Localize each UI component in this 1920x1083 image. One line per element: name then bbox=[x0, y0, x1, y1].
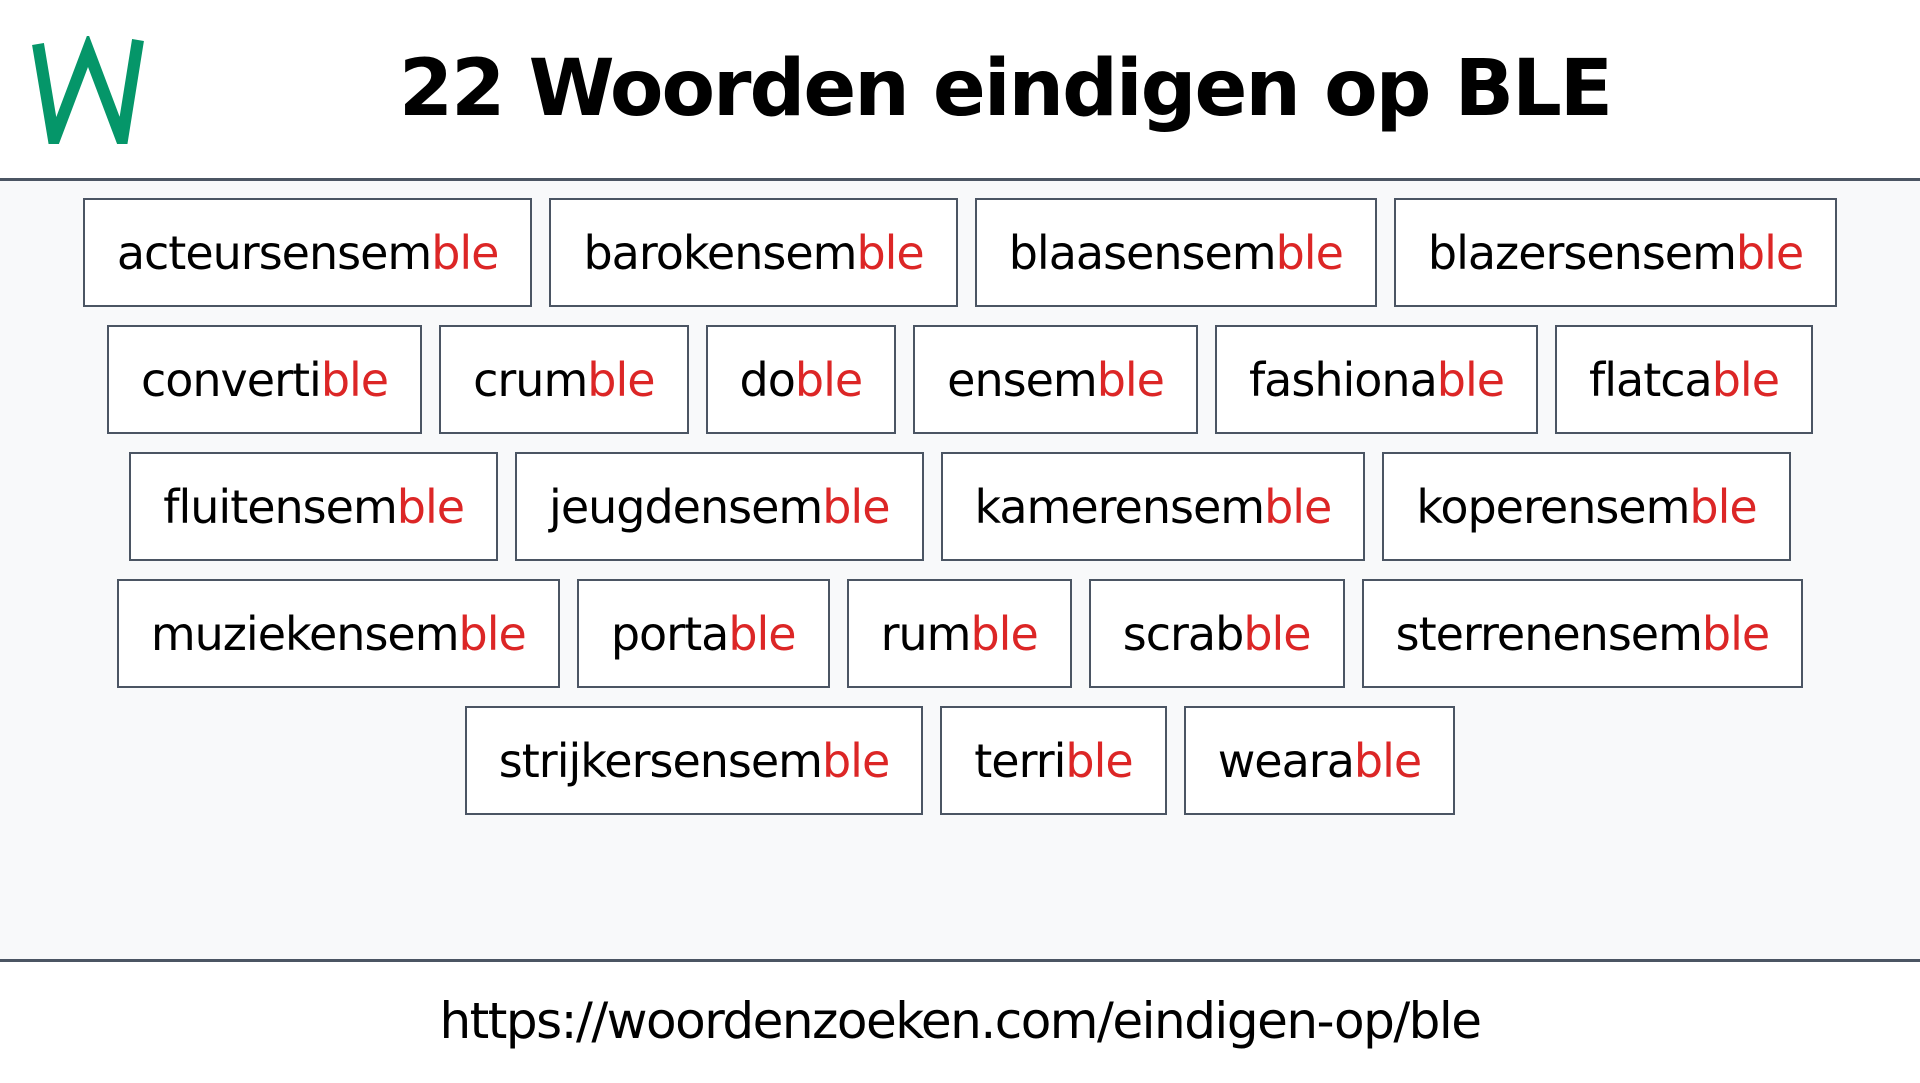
word-tile[interactable]: kamerensem ble bbox=[940, 452, 1366, 561]
word-prefix: scrab bbox=[1122, 606, 1245, 661]
word-suffix: ble bbox=[431, 225, 499, 280]
footer-url[interactable]: https://woordenzoeken.com/eindigen-op/bl… bbox=[0, 962, 1920, 1080]
word-prefix: fluitensem bbox=[163, 479, 397, 534]
word-prefix: ensem bbox=[947, 352, 1098, 407]
word-suffix: ble bbox=[396, 479, 465, 534]
word-suffix: ble bbox=[1701, 606, 1770, 661]
word-tile[interactable]: blazersensem ble bbox=[1393, 198, 1838, 307]
word-prefix: acteursensem bbox=[116, 225, 432, 280]
word-tile[interactable]: sterrenensem ble bbox=[1361, 579, 1804, 688]
word-prefix: terri bbox=[974, 733, 1066, 788]
word-tile[interactable]: converti ble bbox=[106, 325, 423, 434]
word-tile[interactable]: ensem ble bbox=[913, 325, 1198, 434]
word-suffix: ble bbox=[1711, 352, 1780, 407]
word-suffix: ble bbox=[1436, 352, 1505, 407]
word-row: strijkersensem ble terri ble weara ble bbox=[464, 706, 1456, 815]
word-suffix: ble bbox=[587, 352, 655, 407]
word-suffix: ble bbox=[1735, 225, 1804, 280]
word-tile[interactable]: scrab ble bbox=[1088, 579, 1345, 688]
word-suffix: ble bbox=[1264, 479, 1332, 534]
word-suffix: ble bbox=[821, 733, 890, 788]
word-prefix: flatca bbox=[1589, 352, 1713, 407]
word-tile[interactable]: acteursensem ble bbox=[82, 198, 533, 307]
word-prefix: fashiona bbox=[1248, 352, 1438, 407]
word-tile[interactable]: barokensem ble bbox=[549, 198, 958, 307]
word-suffix: ble bbox=[1243, 606, 1311, 661]
footer: https://woordenzoeken.com/eindigen-op/bl… bbox=[0, 959, 1920, 1083]
word-row: converti ble crum ble do ble ensem ble fashiona b… bbox=[106, 325, 1814, 434]
word-prefix: strijkersensem bbox=[498, 733, 823, 788]
word-tile[interactable]: weara ble bbox=[1183, 706, 1456, 815]
word-suffix: ble bbox=[1096, 352, 1165, 407]
word-rows: acteursensem ble barokensem ble blaasensem bl… bbox=[0, 198, 1920, 815]
word-suffix: ble bbox=[1353, 733, 1422, 788]
word-tile[interactable]: fashiona ble bbox=[1214, 325, 1539, 434]
word-prefix: do bbox=[739, 352, 796, 407]
word-prefix: koperensem bbox=[1416, 479, 1690, 534]
word-prefix: muziekensem bbox=[150, 606, 460, 661]
word-prefix: rum bbox=[880, 606, 972, 661]
word-tile[interactable]: koperensem ble bbox=[1382, 452, 1791, 561]
word-prefix: barokensem bbox=[583, 225, 857, 280]
word-tile[interactable]: rum ble bbox=[846, 579, 1072, 688]
word-tile[interactable]: flatca ble bbox=[1555, 325, 1814, 434]
word-suffix: ble bbox=[1275, 225, 1344, 280]
word-prefix: jeugdensem bbox=[549, 479, 823, 534]
header: 22 Woorden eindigen op BLE bbox=[0, 0, 1920, 181]
word-tile[interactable]: strijkersensem ble bbox=[464, 706, 924, 815]
word-tile[interactable]: muziekensem ble bbox=[116, 579, 560, 688]
word-suffix: ble bbox=[822, 479, 890, 534]
word-prefix: blazersensem bbox=[1427, 225, 1737, 280]
word-suffix: ble bbox=[794, 352, 863, 407]
word-prefix: kamerensem bbox=[974, 479, 1266, 534]
word-prefix: blaasensem bbox=[1008, 225, 1277, 280]
word-tile[interactable]: terri ble bbox=[940, 706, 1167, 815]
word-suffix: ble bbox=[856, 225, 924, 280]
word-prefix: crum bbox=[473, 352, 588, 407]
word-tile[interactable]: blaasensem ble bbox=[974, 198, 1377, 307]
word-row: acteursensem ble barokensem ble blaasensem bl… bbox=[82, 198, 1838, 307]
word-prefix: converti bbox=[140, 352, 322, 407]
word-row: fluitensem ble jeugdensem ble kamerensem ble k… bbox=[129, 452, 1791, 561]
page-title: 22 Woorden eindigen op BLE bbox=[398, 44, 1613, 134]
word-suffix: ble bbox=[1689, 479, 1757, 534]
word-suffix: ble bbox=[458, 606, 527, 661]
word-prefix: porta bbox=[610, 606, 729, 661]
word-suffix: ble bbox=[320, 352, 389, 407]
word-tile[interactable]: fluitensem ble bbox=[129, 452, 499, 561]
word-suffix: ble bbox=[1065, 733, 1133, 788]
word-list-area: acteursensem ble barokensem ble blaasensem bl… bbox=[0, 181, 1920, 959]
word-tile[interactable]: crum ble bbox=[439, 325, 689, 434]
word-tile[interactable]: porta ble bbox=[576, 579, 830, 688]
word-row: muziekensem ble porta ble rum ble scrab ble ster… bbox=[116, 579, 1804, 688]
word-prefix: sterrenensem bbox=[1395, 606, 1703, 661]
word-tile[interactable]: do ble bbox=[705, 325, 897, 434]
word-suffix: ble bbox=[728, 606, 796, 661]
word-suffix: ble bbox=[970, 606, 1038, 661]
word-tile[interactable]: jeugdensem ble bbox=[515, 452, 924, 561]
word-prefix: weara bbox=[1217, 733, 1355, 788]
